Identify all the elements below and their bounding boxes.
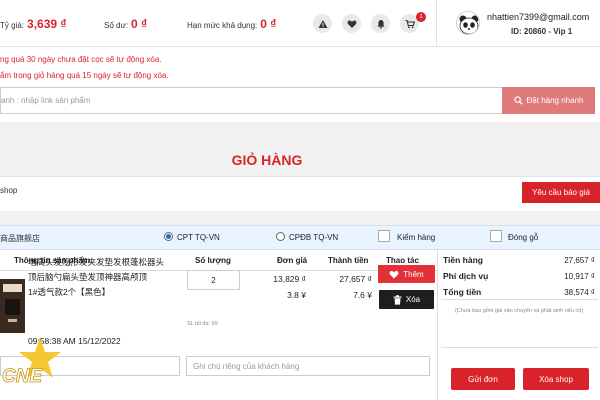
shop-label: shop <box>0 186 18 195</box>
available-limit: Hạn mức khả dụng: 0 ₫ <box>187 17 276 31</box>
service-fee-value: 10,917 ₫ <box>564 272 595 281</box>
search-placeholder: anh : nhập link sản phẩm <box>1 96 91 105</box>
summary-divider <box>441 299 598 300</box>
customer-note-input[interactable]: Ghi chú riêng của khách hàng <box>186 356 430 376</box>
heart-icon[interactable] <box>342 14 361 33</box>
user-id: ID: 20860 - Vip 1 <box>511 27 573 36</box>
col-header-total: Thành tiền <box>328 256 369 265</box>
customer-note-placeholder: Ghi chú riêng của khách hàng <box>193 361 300 371</box>
inspect-checkbox[interactable] <box>378 230 390 242</box>
goods-value: 27,657 ₫ <box>564 256 595 265</box>
wood-pack-checkbox[interactable] <box>490 230 502 242</box>
summary-note: (Chưa bao gồm giá vận chuyển và phát sin… <box>454 308 584 314</box>
goods-label: Tiền hàng <box>443 255 483 265</box>
balance: Số dư: 0 ₫ <box>104 17 147 31</box>
user-email: nhattien7399@gmail.com <box>487 12 590 22</box>
wood-pack-label: Đóng gỗ <box>508 233 539 242</box>
cart-count-badge: 1 <box>416 12 426 22</box>
warning-icon[interactable] <box>313 14 332 33</box>
product-name-line: 増高头发隐形发夹发垫发根蓬松器头 <box>28 257 165 267</box>
trash-icon <box>393 294 402 305</box>
add-button-label: Thêm <box>403 269 424 279</box>
product-name-line: 顶后脑勺扁头垫发顶神器高颅顶 <box>28 272 148 282</box>
total-label: Tổng tiền <box>443 287 482 297</box>
radio-cpt[interactable] <box>164 232 173 241</box>
heart-icon <box>389 270 399 278</box>
page-title: GIỎ HÀNG <box>231 152 303 168</box>
header-divider <box>436 0 437 47</box>
total-value: 38,574 ₫ <box>564 288 595 297</box>
bell-icon[interactable] <box>371 14 390 33</box>
shop-panel <box>0 176 600 211</box>
total-price-cny: 7.6 ¥ <box>353 290 372 300</box>
notice-line: ẩm trong giỏ hàng quá 15 ngày sẽ tự động… <box>0 71 169 80</box>
exchange-rate: Tỷ giá: 3,639 ₫ <box>0 17 67 31</box>
col-header-qty: Số lượng <box>195 256 231 265</box>
total-price-vnd: 27,657 ₫ <box>339 274 372 284</box>
col-header-actions: Thao tác <box>386 256 419 265</box>
limit-value: 0 ₫ <box>260 17 277 31</box>
inspect-label: Kiểm hàng <box>397 233 436 242</box>
col-header-unit-price: Đơn giá <box>277 256 308 265</box>
radio-cpdb[interactable] <box>276 232 285 241</box>
summary-divider <box>441 347 598 348</box>
cart-notices: ng quá 30 ngày chưa đặt cọc sẽ tự động x… <box>0 52 169 84</box>
product-thumbnail[interactable] <box>0 279 25 333</box>
avatar[interactable] <box>456 11 480 35</box>
search-icon <box>513 96 523 105</box>
delete-shop-button[interactable]: Xóa shop <box>523 368 589 390</box>
product-name[interactable]: 増高头发隐形发夹发垫发根蓬松器头 顶后脑勺扁头垫发顶神器高颅顶 1#透气款2个【… <box>28 255 188 300</box>
exchange-rate-label: Tỷ giá: <box>0 21 25 30</box>
product-variant: 1#透气款2个【黑色】 <box>28 287 111 297</box>
product-link-input[interactable]: anh : nhập link sản phẩm <box>0 87 502 114</box>
request-quote-button[interactable]: Yêu cầu báo giá <box>522 182 600 203</box>
exchange-rate-value: 3,639 ₫ <box>27 17 67 31</box>
delete-button[interactable]: Xóa <box>379 290 434 309</box>
radio-cpdb-label: CPĐB TQ-VN <box>289 233 339 242</box>
store-name: 商品旗舰店 <box>0 234 40 243</box>
service-fee-label: Phí dịch vụ <box>443 271 489 281</box>
quick-order-button[interactable]: Đặt hàng nhanh <box>502 87 595 114</box>
quick-order-label: Đặt hàng nhanh <box>526 96 584 105</box>
cne-watermark-logo: CNE <box>2 337 61 387</box>
radio-cpt-label: CPT TQ-VN <box>177 233 220 242</box>
max-quantity-note: SL tối đa: 99 <box>187 321 218 327</box>
watermark-text: CNE <box>2 366 43 387</box>
submit-order-button[interactable]: Gửi đơn <box>451 368 515 390</box>
add-button[interactable]: Thêm <box>378 265 435 283</box>
notice-line: ng quá 30 ngày chưa đặt cọc sẽ tự động x… <box>0 55 162 64</box>
quantity-input[interactable]: 2 <box>187 270 240 290</box>
balance-value: 0 ₫ <box>131 17 148 31</box>
top-header <box>0 0 600 47</box>
unit-price-vnd: 13,829 ₫ <box>273 274 306 284</box>
delete-button-label: Xóa <box>405 295 421 304</box>
limit-label: Hạn mức khả dụng: <box>187 21 258 30</box>
unit-price-cny: 3.8 ¥ <box>287 290 306 300</box>
balance-label: Số dư: <box>104 21 129 30</box>
